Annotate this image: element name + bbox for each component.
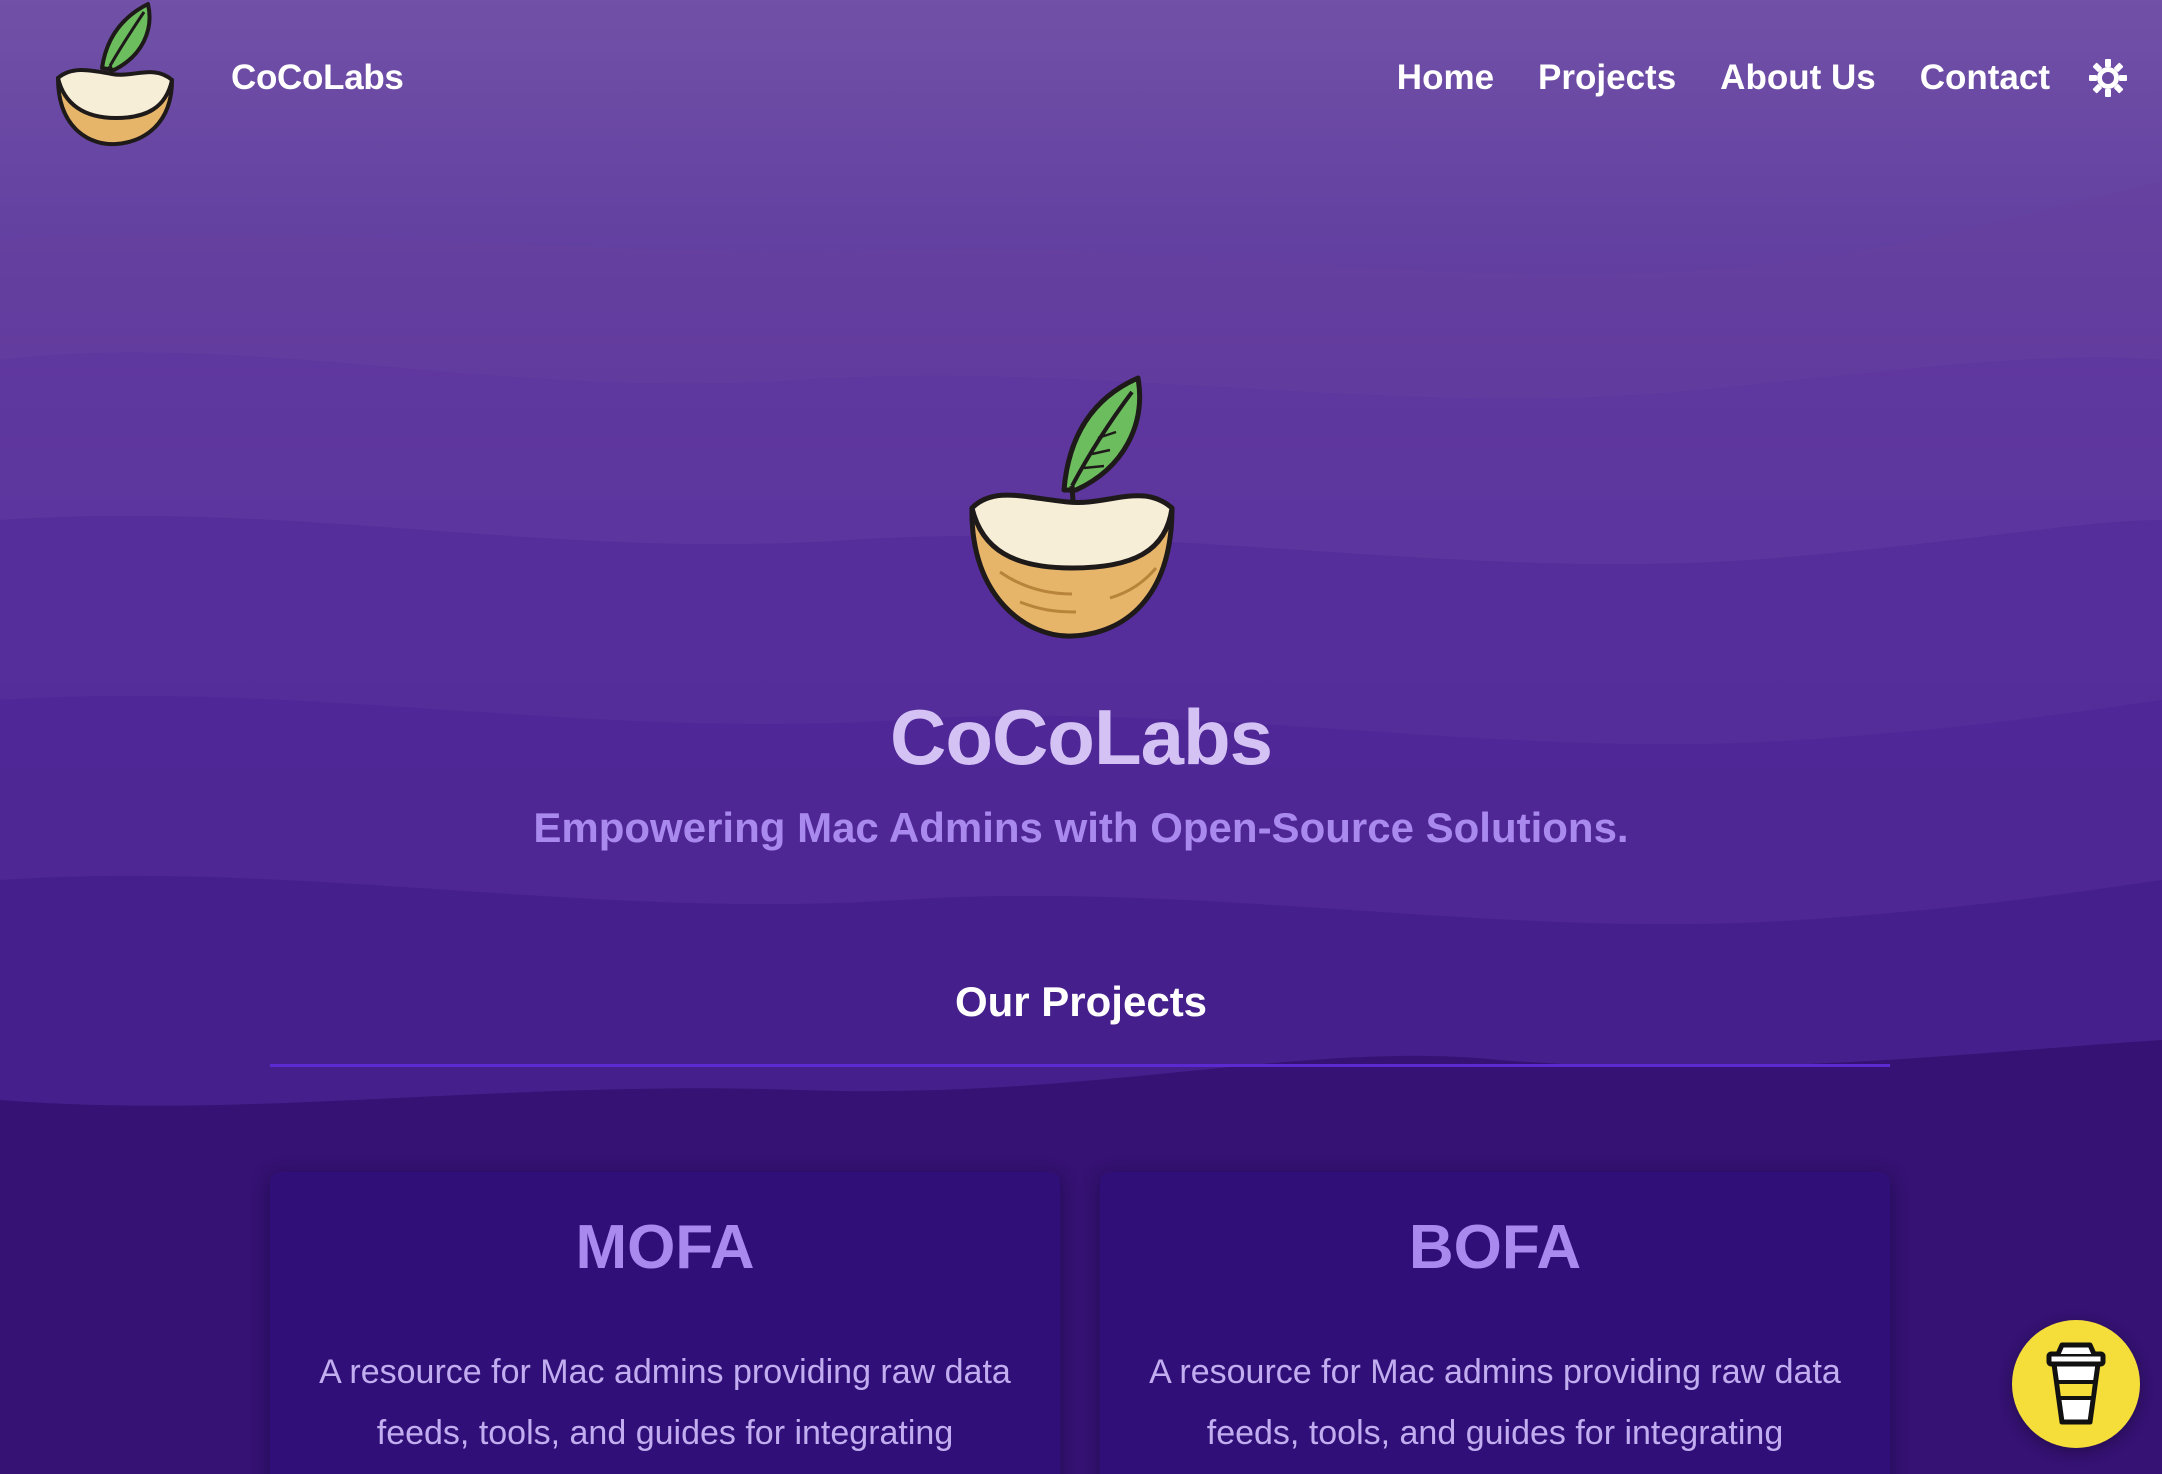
project-card-description: A resource for Mac admins providing raw …	[319, 1353, 1011, 1452]
nav-about-us[interactable]: About Us	[1720, 58, 1876, 98]
nav-projects[interactable]: Projects	[1538, 58, 1676, 98]
hero-tagline: Empowering Mac Admins with Open-Source S…	[533, 804, 1629, 851]
project-card-description: A resource for Mac admins providing raw …	[1149, 1353, 1841, 1452]
nav-contact[interactable]: Contact	[1920, 58, 2050, 98]
coffee-cup-icon	[2046, 1342, 2106, 1425]
project-card-mofa[interactable]: MOFA A resource for Mac admins providing…	[270, 1172, 1060, 1474]
project-card-bofa[interactable]: BOFA A resource for Mac admins providing…	[1100, 1172, 1890, 1474]
brand-logo-icon[interactable]	[50, 0, 180, 148]
section-divider	[270, 1064, 1890, 1067]
project-card-title[interactable]: MOFA	[270, 1212, 1060, 1283]
site-header: CoCoLabs Home Projects About Us Contact	[0, 0, 2162, 160]
buy-me-a-coffee-button[interactable]	[2012, 1320, 2140, 1448]
brand-name[interactable]: CoCoLabs	[231, 58, 404, 98]
hero-title: CoCoLabs	[890, 693, 1273, 781]
hero-logo-icon	[960, 372, 1180, 644]
main-nav: Home Projects About Us Contact	[1397, 58, 2050, 98]
project-card-title[interactable]: BOFA	[1100, 1212, 1890, 1283]
projects-heading: Our Projects	[954, 978, 1208, 1025]
nav-home[interactable]: Home	[1397, 58, 1494, 98]
sun-icon[interactable]	[2088, 58, 2128, 98]
